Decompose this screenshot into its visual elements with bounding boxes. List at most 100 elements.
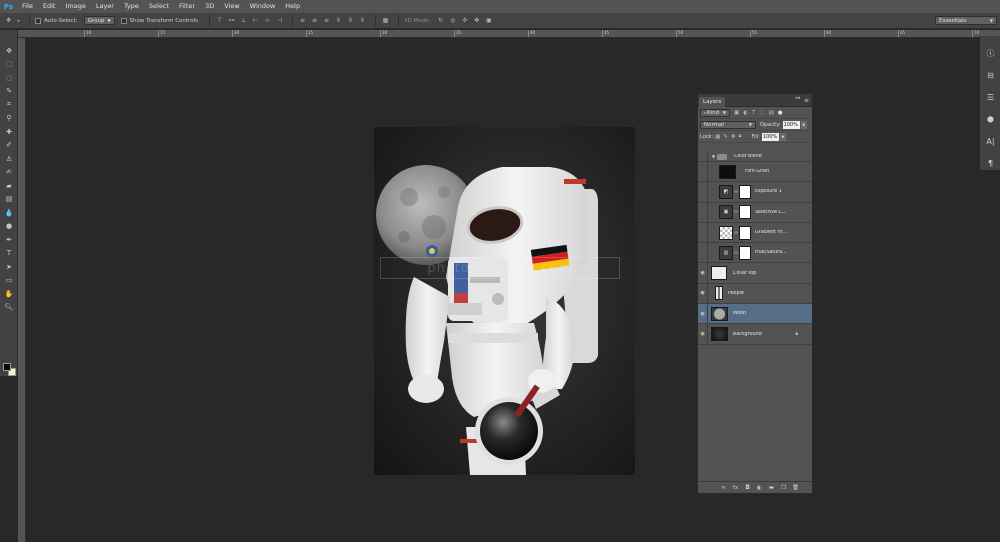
auto-select-option[interactable]: Auto-Select:	[35, 17, 78, 24]
visibility-toggle[interactable]: ◉	[698, 283, 708, 304]
shape-tool-icon[interactable]: ▭	[0, 274, 18, 288]
lock-transparent-icon[interactable]: ▦	[715, 134, 720, 140]
lock-pixels-icon[interactable]: ✎	[723, 134, 728, 140]
lasso-tool-icon[interactable]: ◌	[0, 71, 18, 85]
3d-slide-icon[interactable]: ✤	[472, 16, 481, 25]
opacity-chevron-icon[interactable]: ▼	[800, 120, 807, 129]
3d-roll-icon[interactable]: ◎	[448, 16, 457, 25]
visibility-toggle[interactable]: ◉	[698, 182, 708, 202]
filter-kind-dropdown[interactable]: ⌕ Kind ▼	[700, 108, 730, 117]
trash-icon[interactable]: 🗑︎	[791, 483, 800, 492]
marquee-tool-icon[interactable]: ⬚	[0, 58, 18, 72]
visibility-toggle[interactable]: ◉	[698, 324, 708, 344]
menu-filter[interactable]: Filter	[174, 0, 200, 13]
align-left-icon[interactable]: ⊢	[251, 16, 260, 25]
menu-edit[interactable]: Edit	[38, 0, 61, 13]
layer-exposure-1[interactable]: ◉ ◩ ∞ Exposure 1	[698, 182, 812, 203]
menu-type[interactable]: Type	[119, 0, 144, 13]
visibility-toggle[interactable]: ◉	[698, 222, 708, 243]
spot-healing-tool-icon[interactable]: ✚	[0, 125, 18, 139]
menu-3d[interactable]: 3D	[200, 0, 219, 13]
layer-gradient-fill[interactable]: ◉ ∞ Gradient Fil...	[698, 222, 812, 244]
new-adjustment-icon[interactable]: ◐	[755, 483, 764, 492]
adjustments-panel-icon[interactable]: ⊟	[980, 64, 1000, 86]
filter-adjustment-icon[interactable]: ◐	[743, 110, 748, 116]
show-transform-checkbox[interactable]	[120, 17, 127, 24]
filter-smart-object-icon[interactable]: ▤	[769, 110, 774, 116]
crop-tool-icon[interactable]: ⌗	[0, 98, 18, 112]
layer-moon[interactable]: ◉ Moon	[698, 304, 812, 325]
menu-window[interactable]: Window	[245, 0, 281, 13]
move-tool-icon[interactable]: ✥	[4, 16, 13, 25]
blend-mode-dropdown[interactable]: Normal ▼	[700, 120, 756, 129]
layer-mask-thumbnail[interactable]	[739, 205, 751, 220]
filter-toggle-icon[interactable]: ●	[778, 110, 783, 116]
lock-all-icon[interactable]: 🔒︎	[739, 133, 742, 140]
visibility-toggle[interactable]: ◉	[698, 202, 708, 222]
add-mask-icon[interactable]: ◘	[743, 483, 752, 492]
pen-tool-icon[interactable]: ✒	[0, 233, 18, 247]
distribute-right-icon[interactable]: ⦀	[358, 16, 367, 25]
fill-chevron-icon[interactable]: ▼	[779, 132, 786, 141]
history-brush-tool-icon[interactable]: ✍	[0, 166, 18, 180]
layer-mask-thumbnail[interactable]	[739, 184, 751, 199]
filter-shape-icon[interactable]: ⬚	[759, 110, 764, 116]
eraser-tool-icon[interactable]: ▰	[0, 179, 18, 193]
3d-panel-icon[interactable]: ⬢	[980, 108, 1000, 130]
layer-group-color-blend[interactable]: ◉ ▼ Color Blend	[698, 152, 812, 162]
layer-hue-saturation[interactable]: ◉ ▥ ∞ Hue/Satura...	[698, 243, 812, 264]
eyedropper-tool-icon[interactable]: ⚲	[0, 112, 18, 126]
distribute-vcenter-icon[interactable]: ≡	[310, 16, 319, 25]
visibility-toggle[interactable]: ◉	[698, 304, 708, 324]
collapse-icon[interactable]: ◂◂	[795, 94, 800, 102]
layer-mask-thumbnail[interactable]	[739, 245, 751, 260]
visibility-toggle[interactable]: ◉	[698, 243, 708, 263]
menu-layer[interactable]: Layer	[91, 0, 119, 13]
align-top-icon[interactable]: ⊤	[215, 16, 224, 25]
quick-select-tool-icon[interactable]: ✎	[0, 85, 18, 99]
move-tool-icon[interactable]: ✥	[0, 44, 18, 58]
auto-select-dropdown[interactable]: Group ▼	[83, 16, 115, 25]
align-bottom-icon[interactable]: ⊥	[239, 16, 248, 25]
character-panel-icon[interactable]: A|	[980, 130, 1000, 152]
chevron-down-icon[interactable]: ▾	[16, 16, 21, 25]
properties-panel-icon[interactable]: ☰	[980, 86, 1000, 108]
foreground-color-swatch[interactable]	[3, 363, 11, 371]
auto-select-checkbox[interactable]	[35, 17, 41, 24]
3d-scale-icon[interactable]: ▣	[484, 16, 493, 25]
layer-film-grain[interactable]: ◉ Film Grain	[698, 162, 812, 183]
document-canvas[interactable]: photoshopcafe.com	[374, 127, 635, 475]
layer-background[interactable]: ◉ Background 🔒︎	[698, 324, 812, 345]
3d-rotate-icon[interactable]: ↻	[436, 16, 445, 25]
visibility-toggle[interactable]: ◉	[698, 152, 708, 161]
tab-layers[interactable]: Layers	[699, 97, 726, 107]
info-panel-icon[interactable]: ⓘ	[980, 42, 1000, 64]
panel-menu-icon[interactable]: ≡	[804, 97, 809, 104]
hand-tool-icon[interactable]: ✋	[0, 287, 18, 301]
opacity-input[interactable]: 100%	[782, 120, 800, 129]
filter-pixel-icon[interactable]: ▣	[734, 110, 739, 116]
zoom-tool-icon[interactable]: 🔍︎	[0, 301, 18, 315]
lock-position-icon[interactable]: ✥	[731, 134, 736, 140]
new-group-icon[interactable]: ▬	[767, 483, 776, 492]
paragraph-panel-icon[interactable]: ¶	[980, 152, 1000, 174]
auto-align-icon[interactable]: ▦	[381, 16, 390, 25]
distribute-bottom-icon[interactable]: ≡	[322, 16, 331, 25]
layer-selective-color[interactable]: ◉ ▣ ∞ Selective C...	[698, 202, 812, 223]
3d-pan-icon[interactable]: ✣	[460, 16, 469, 25]
type-tool-icon[interactable]: T	[0, 247, 18, 261]
menu-select[interactable]: Select	[144, 0, 174, 13]
layer-people[interactable]: ◉ People	[698, 283, 812, 305]
align-vcenter-icon[interactable]: ⊶	[227, 16, 236, 25]
dodge-tool-icon[interactable]: ●	[0, 220, 18, 234]
menu-image[interactable]: Image	[60, 0, 90, 13]
gradient-tool-icon[interactable]: ▤	[0, 193, 18, 207]
brush-tool-icon[interactable]: ✐	[0, 139, 18, 153]
menu-view[interactable]: View	[219, 0, 244, 13]
new-layer-icon[interactable]: ❐	[779, 483, 788, 492]
align-hcenter-icon[interactable]: ⊹	[263, 16, 272, 25]
distribute-top-icon[interactable]: ≡	[298, 16, 307, 25]
clone-stamp-tool-icon[interactable]: ♙	[0, 152, 18, 166]
show-transform-option[interactable]: Show Transform Controls	[120, 17, 198, 24]
link-layers-icon[interactable]: ∞	[719, 483, 728, 492]
